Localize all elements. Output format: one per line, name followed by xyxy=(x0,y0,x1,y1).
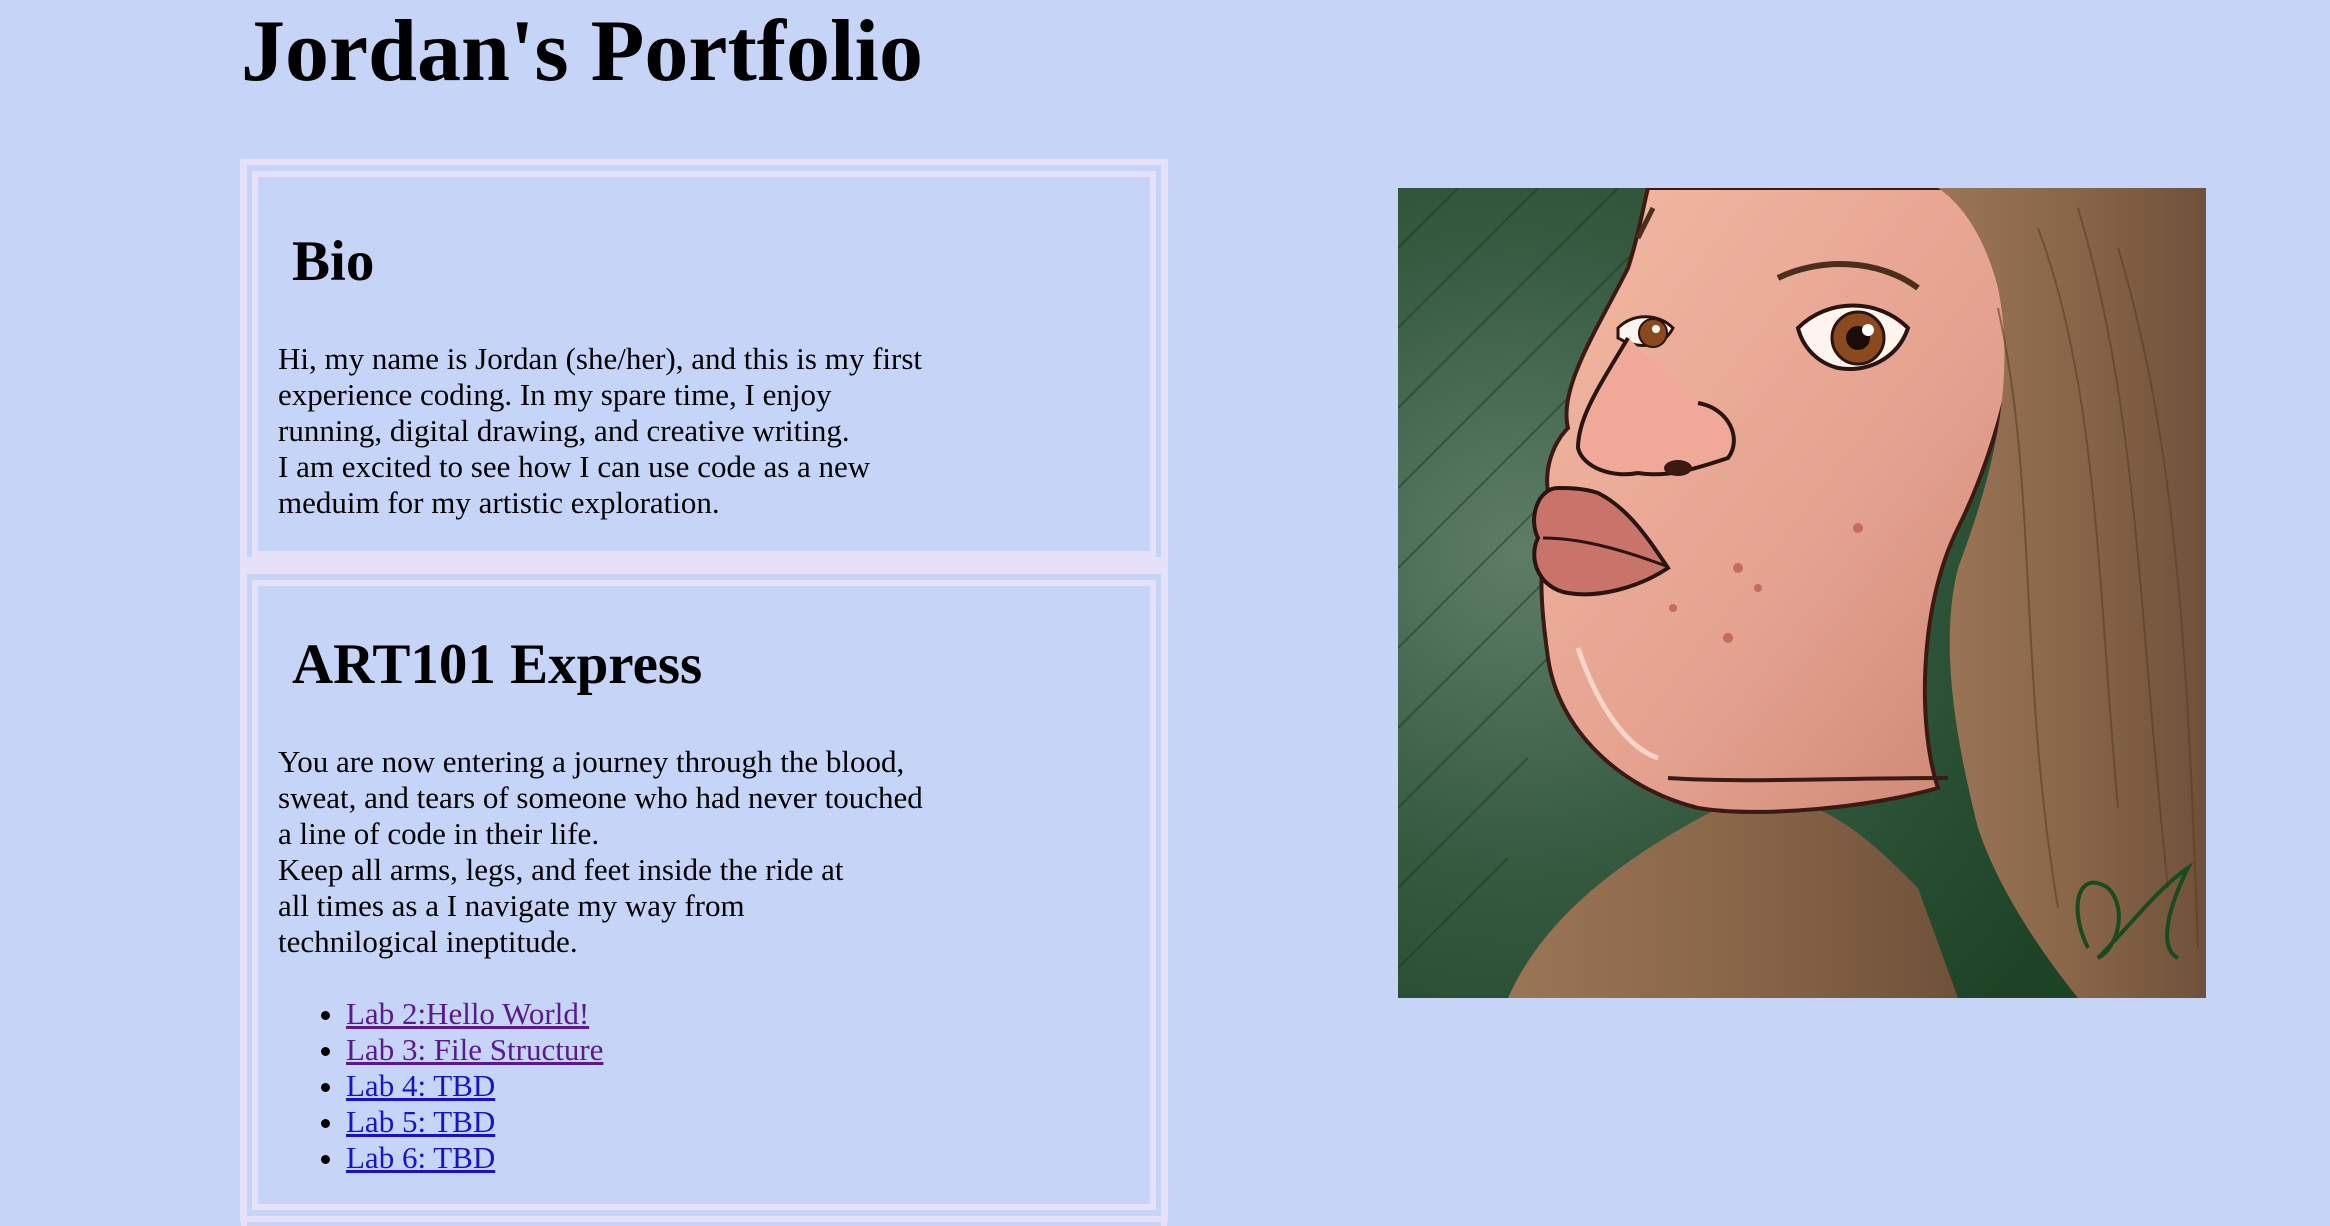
self-portrait-image xyxy=(1398,188,2206,998)
art101-section: ART101 Express You are now entering a jo… xyxy=(240,568,1168,1222)
lab-5-link[interactable]: Lab 5: TBD xyxy=(346,1104,495,1139)
lab-2-link[interactable]: Lab 2:Hello World! xyxy=(346,996,589,1031)
list-item: Lab 6: TBD xyxy=(346,1140,603,1176)
bio-section: Bio Hi, my name is Jordan (she/her), and… xyxy=(240,159,1168,569)
bio-text: Hi, my name is Jordan (she/her), and thi… xyxy=(278,341,923,520)
art101-text: You are now entering a journey through t… xyxy=(278,744,923,959)
page-title: Jordan's Portfolio xyxy=(241,3,923,100)
section-divider xyxy=(241,557,1167,571)
lab-3-link[interactable]: Lab 3: File Structure xyxy=(346,1032,603,1067)
portrait-illustration-icon xyxy=(1398,188,2206,998)
lab-list: Lab 2:Hello World! Lab 3: File Structure… xyxy=(328,996,603,1176)
art101-heading: ART101 Express xyxy=(292,633,703,696)
list-item: Lab 5: TBD xyxy=(346,1104,603,1140)
list-item: Lab 2:Hello World! xyxy=(346,996,603,1032)
list-item: Lab 3: File Structure xyxy=(346,1032,603,1068)
bio-heading: Bio xyxy=(292,230,375,293)
list-item: Lab 4: TBD xyxy=(346,1068,603,1104)
lab-6-link[interactable]: Lab 6: TBD xyxy=(346,1140,495,1175)
lab-4-link[interactable]: Lab 4: TBD xyxy=(346,1068,495,1103)
